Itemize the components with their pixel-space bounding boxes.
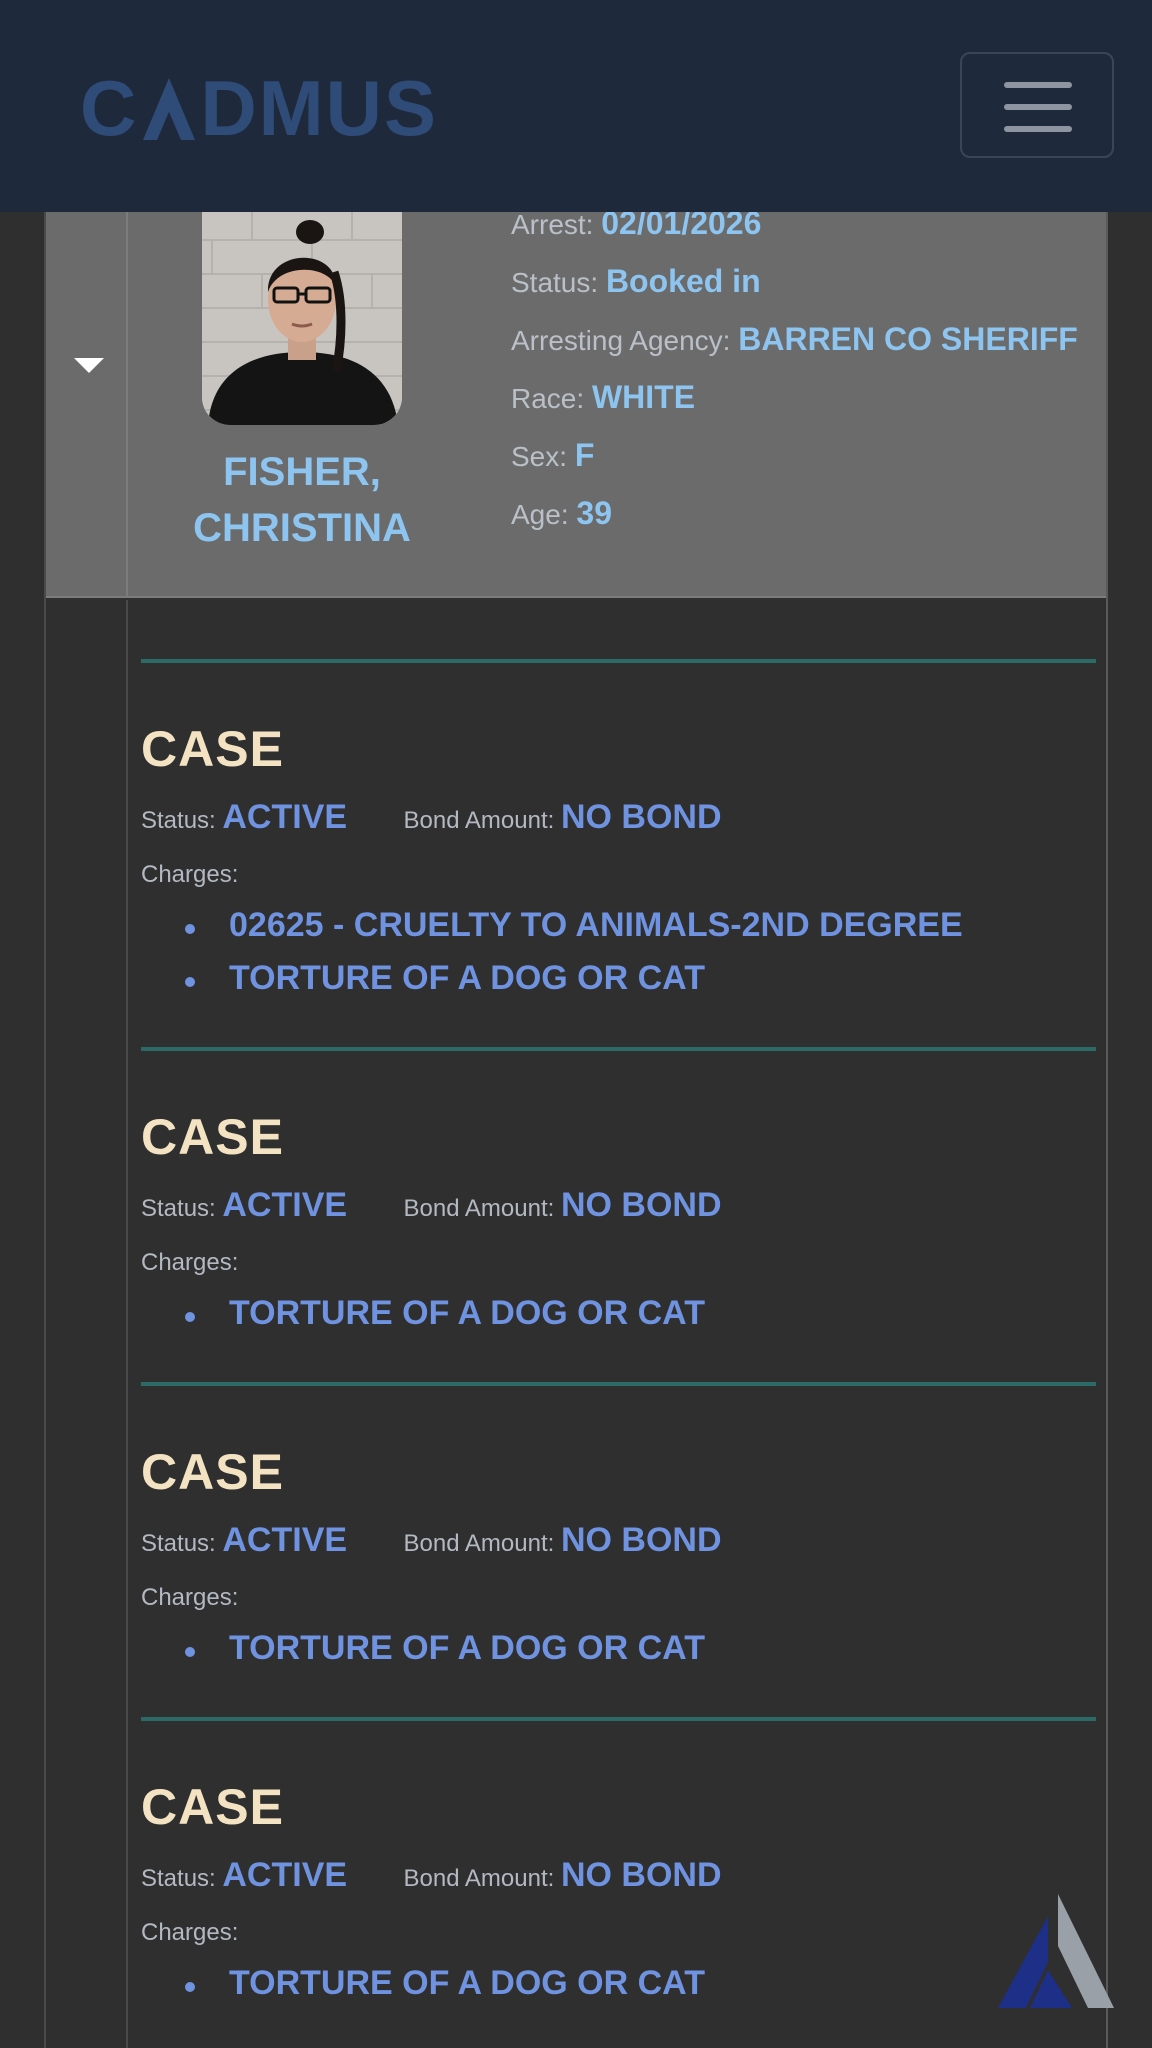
case-status-line: Status: ACTIVE Bond Amount: NO BOND [141,1185,722,1232]
case-title: CASE [141,1779,284,1835]
booking-status-value: Booked in [605,263,761,299]
page: C DMUS FISHER, CHRISTINA Arrest: 02/01/2… [0,0,1152,2048]
charge-text: TORTURE OF A DOG OR CAT [229,1964,705,2002]
case-status-label: Status: [141,1865,223,1892]
inmate-details: Arrest: 02/01/2026 Status: Booked in Arr… [511,212,1106,542]
bullet-icon [185,1646,195,1657]
case-divider [141,659,1096,663]
case-divider [141,1382,1096,1386]
brand-peak-letter-icon [143,78,196,140]
bond-label: Bond Amount: [403,1195,561,1222]
case-status-line: Status: ACTIVE Bond Amount: NO BOND [141,1520,722,1567]
bond-amount: Bond Amount: NO BOND [404,797,722,844]
case-status-label: Status: [141,807,223,834]
case-status-label: Status: [141,1195,223,1222]
age-value: 39 [576,495,612,531]
bullet-icon [185,1311,195,1322]
charge-item: TORTURE OF A DOG OR CAT [185,1622,705,1675]
menu-bar-icon [1004,82,1072,88]
arrest-date-row: Arrest: 02/01/2026 [511,212,1106,252]
charges-list: TORTURE OF A DOG OR CAT [185,1287,705,1340]
inmate-first-name: CHRISTINA [193,506,411,550]
frame-border-right [1106,212,1108,2048]
cases-gutter [46,600,128,2048]
case-status-value: ACTIVE [222,1521,348,1559]
race-row: Race: WHITE [511,368,1106,426]
charges-label: Charges: [141,861,239,888]
cadmus-logo[interactable]: C DMUS [80,68,438,148]
charges-label: Charges: [141,1249,239,1276]
charges-list: TORTURE OF A DOG OR CAT [185,1957,705,2010]
charge-text: TORTURE OF A DOG OR CAT [229,1294,705,1332]
charge-item: TORTURE OF A DOG OR CAT [185,1957,705,2010]
arresting-agency-row: Arresting Agency: BARREN CO SHERIFF [511,310,1106,368]
case-status-value: ACTIVE [222,1186,348,1224]
charges-label: Charges: [141,1584,239,1611]
bond-label: Bond Amount: [403,807,561,834]
charges-list: TORTURE OF A DOG OR CAT [185,1622,705,1675]
race-label: Race: [511,383,592,414]
case-status-label: Status: [141,1530,223,1557]
case-title: CASE [141,721,284,777]
hamburger-menu-button[interactable] [960,52,1114,158]
sex-value: F [574,437,595,473]
menu-bar-icon [1004,104,1072,110]
bond-label: Bond Amount: [403,1530,561,1557]
bond-amount: Bond Amount: NO BOND [404,1855,722,1902]
status-label: Status: [511,267,606,298]
inmate-name[interactable]: FISHER, CHRISTINA [158,444,446,556]
case-title: CASE [141,1109,284,1165]
case-status-value: ACTIVE [222,798,348,836]
inmate-last-name: FISHER, [223,450,381,494]
booking-status-row: Status: Booked in [511,252,1106,310]
charge-item: TORTURE OF A DOG OR CAT [185,1287,705,1340]
top-navbar: C DMUS [0,0,1152,212]
case-status-line: Status: ACTIVE Bond Amount: NO BOND [141,797,722,844]
agency-label: Arresting Agency: [511,325,739,356]
arrest-label: Arrest: [511,212,602,240]
menu-bar-icon [1004,126,1072,132]
cadmus-corner-logo-icon[interactable] [990,1892,1120,2012]
charge-text: TORTURE OF A DOG OR CAT [229,1629,705,1667]
charges-list: 02625 - CRUELTY TO ANIMALS-2ND DEGREE TO… [185,899,963,1005]
inmate-summary: FISHER, CHRISTINA Arrest: 02/01/2026 Sta… [128,212,1106,598]
charge-text: 02625 - CRUELTY TO ANIMALS-2ND DEGREE [229,906,963,944]
case-status-value: ACTIVE [222,1856,348,1894]
case-status-line: Status: ACTIVE Bond Amount: NO BOND [141,1855,722,1902]
charge-item: 02625 - CRUELTY TO ANIMALS-2ND DEGREE [185,899,963,952]
case-title: CASE [141,1444,284,1500]
arrest-date-value: 02/01/2026 [601,212,762,241]
arresting-agency-value: BARREN CO SHERIFF [738,321,1078,357]
bond-value: NO BOND [560,1186,722,1224]
charges-label: Charges: [141,1919,239,1946]
race-value: WHITE [591,379,696,415]
bond-amount: Bond Amount: NO BOND [404,1185,722,1232]
case-divider [141,1047,1096,1051]
age-label: Age: [511,499,577,530]
brand-letters-dmus: DMUS [200,64,439,152]
sex-row: Sex: F [511,426,1106,484]
mugshot-image [202,212,402,425]
bond-label: Bond Amount: [403,1865,561,1892]
bond-amount: Bond Amount: NO BOND [404,1520,722,1567]
caret-down-icon [74,358,104,373]
bullet-icon [185,1981,195,1992]
charge-text: TORTURE OF A DOG OR CAT [229,959,705,997]
bullet-icon [185,923,195,934]
case-divider [141,1717,1096,1721]
sex-label: Sex: [511,441,575,472]
bond-value: NO BOND [560,798,722,836]
age-row: Age: 39 [511,484,1106,542]
bullet-icon [185,976,195,987]
brand-letter-c: C [80,64,139,152]
bond-value: NO BOND [560,1856,722,1894]
mugshot-photo[interactable] [202,212,402,425]
charge-item: TORTURE OF A DOG OR CAT [185,952,963,1005]
collapse-toggle-button[interactable] [46,212,128,598]
bond-value: NO BOND [560,1521,722,1559]
